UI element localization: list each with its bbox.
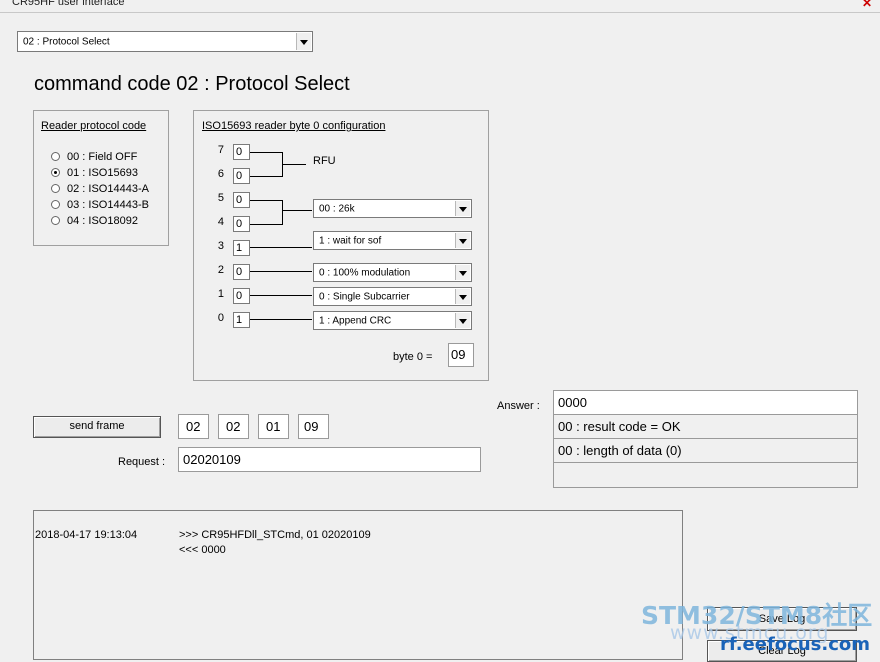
- bit-field-7[interactable]: 0: [233, 144, 250, 160]
- title-bar: [0, 0, 880, 13]
- byte-field[interactable]: 02: [178, 414, 209, 439]
- radio-protocol-2[interactable]: [51, 184, 60, 193]
- log-line: >>> CR95HFDll_STCmd, 01 02020109: [179, 529, 371, 541]
- modulation-select[interactable]: 0 : 100% modulation: [313, 263, 472, 282]
- chevron-down-icon[interactable]: [455, 201, 470, 216]
- crc-select[interactable]: 1 : Append CRC: [313, 311, 472, 330]
- crc-select-value: 1 : Append CRC: [319, 315, 392, 326]
- page-title: command code 02 : Protocol Select: [34, 73, 350, 95]
- watermark-site: rf.eefocus.com: [720, 634, 871, 655]
- command-select-value: 02 : Protocol Select: [23, 36, 110, 47]
- chevron-down-icon[interactable]: [455, 313, 470, 328]
- bit-number: 2: [217, 264, 224, 276]
- connector-line: [250, 319, 312, 320]
- chevron-down-icon[interactable]: [455, 233, 470, 248]
- connector-line: [282, 164, 306, 165]
- radio-label: 00 : Field OFF: [67, 151, 138, 163]
- radio-label: 02 : ISO14443-A: [67, 183, 149, 195]
- reader-protocol-title: Reader protocol code: [41, 120, 147, 132]
- close-icon[interactable]: ✕: [862, 0, 872, 10]
- byte-field[interactable]: 01: [258, 414, 289, 439]
- connector-line: [250, 152, 282, 153]
- radio-protocol-3[interactable]: [51, 200, 60, 209]
- answer-line-4: [553, 462, 858, 488]
- answer-line-2: 00 : result code = OK: [553, 414, 858, 439]
- connector-line: [250, 224, 282, 225]
- request-label: Request :: [118, 456, 166, 468]
- subcarrier-select-value: 0 : Single Subcarrier: [319, 291, 410, 302]
- bit-field-6[interactable]: 0: [233, 168, 250, 184]
- byte0-field[interactable]: 09: [448, 343, 474, 367]
- radio-protocol-4[interactable]: [51, 216, 60, 225]
- radio-label: 03 : ISO14443-B: [67, 199, 149, 211]
- bit-number: 3: [217, 240, 224, 252]
- bit-field-1[interactable]: 0: [233, 288, 250, 304]
- log-timestamp: 2018-04-17 19:13:04: [35, 529, 138, 541]
- connector-line: [282, 200, 283, 225]
- byte-field[interactable]: 09: [298, 414, 329, 439]
- bit-field-2[interactable]: 0: [233, 264, 250, 280]
- bit-field-4[interactable]: 0: [233, 216, 250, 232]
- connector-line: [250, 247, 312, 248]
- bit-number: 1: [217, 288, 224, 300]
- chevron-down-icon[interactable]: [455, 289, 470, 304]
- bit-number: 6: [217, 168, 224, 180]
- bit-number: 0: [217, 312, 224, 324]
- wait-sof-select-value: 1 : wait for sof: [319, 235, 382, 246]
- bit-field-5[interactable]: 0: [233, 192, 250, 208]
- byte-field[interactable]: 02: [218, 414, 249, 439]
- answer-line-1: 0000: [553, 390, 858, 415]
- request-field[interactable]: 02020109: [178, 447, 481, 472]
- subcarrier-select[interactable]: 0 : Single Subcarrier: [313, 287, 472, 306]
- send-frame-button[interactable]: send frame: [33, 416, 161, 438]
- modulation-select-value: 0 : 100% modulation: [319, 267, 411, 278]
- datarate-select-value: 00 : 26k: [319, 203, 355, 214]
- bit-field-0[interactable]: 1: [233, 312, 250, 328]
- bit-number: 5: [217, 192, 224, 204]
- radio-label: 01 : ISO15693: [67, 167, 138, 179]
- bit-number: 4: [217, 216, 224, 228]
- radio-protocol-0[interactable]: [51, 152, 60, 161]
- bit-field-3[interactable]: 1: [233, 240, 250, 256]
- bit-number: 7: [217, 144, 224, 156]
- chevron-down-icon[interactable]: [296, 33, 311, 50]
- connector-line: [250, 176, 282, 177]
- log-line: <<< 0000: [179, 544, 226, 556]
- answer-label: Answer :: [497, 400, 540, 412]
- radio-protocol-1[interactable]: [51, 168, 60, 177]
- connector-line: [282, 210, 312, 211]
- command-select[interactable]: 02 : Protocol Select: [17, 31, 313, 52]
- connector-line: [250, 271, 312, 272]
- iso-config-title: ISO15693 reader byte 0 configuration: [202, 120, 386, 132]
- datarate-select[interactable]: 00 : 26k: [313, 199, 472, 218]
- byte0-label: byte 0 =: [393, 351, 433, 363]
- rfu-label: RFU: [313, 155, 336, 167]
- chevron-down-icon[interactable]: [455, 265, 470, 280]
- connector-line: [250, 295, 312, 296]
- window-title: CR95HF user interface: [12, 0, 125, 8]
- connector-line: [250, 200, 282, 201]
- radio-label: 04 : ISO18092: [67, 215, 138, 227]
- wait-sof-select[interactable]: 1 : wait for sof: [313, 231, 472, 250]
- answer-line-3: 00 : length of data (0): [553, 438, 858, 463]
